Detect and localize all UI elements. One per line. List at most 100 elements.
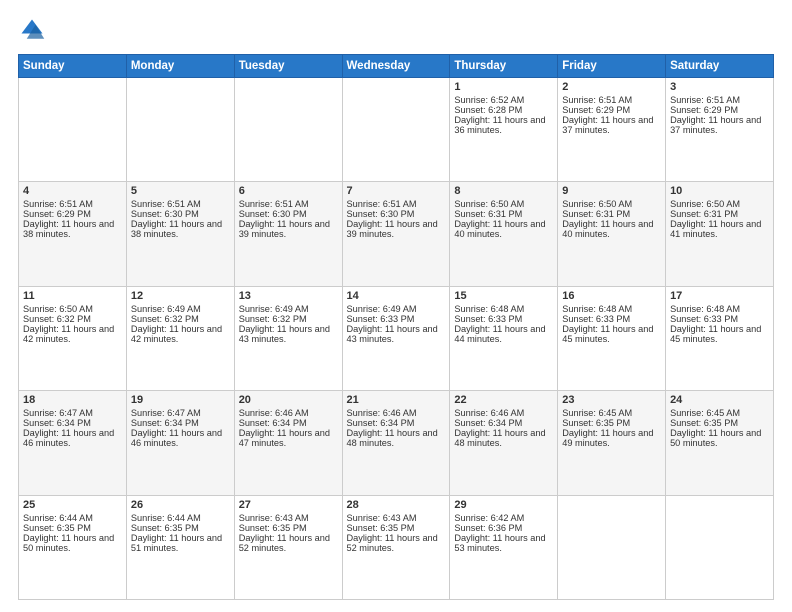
day-info: Sunrise: 6:47 AM — [131, 408, 230, 418]
calendar-cell: 26Sunrise: 6:44 AMSunset: 6:35 PMDayligh… — [126, 495, 234, 599]
day-info: Sunset: 6:31 PM — [670, 209, 769, 219]
day-number: 9 — [562, 185, 661, 197]
calendar-cell — [558, 495, 666, 599]
day-info: Sunset: 6:35 PM — [562, 418, 661, 428]
day-number: 20 — [239, 394, 338, 406]
calendar-cell: 17Sunrise: 6:48 AMSunset: 6:33 PMDayligh… — [666, 286, 774, 390]
day-info: Sunrise: 6:51 AM — [239, 199, 338, 209]
page: SundayMondayTuesdayWednesdayThursdayFrid… — [0, 0, 792, 612]
day-info: Sunrise: 6:50 AM — [562, 199, 661, 209]
calendar-cell: 6 Sunrise: 6:51 AMSunset: 6:30 PMDaylight… — [234, 182, 342, 286]
calendar-cell: 21Sunrise: 6:46 AMSunset: 6:34 PMDayligh… — [342, 391, 450, 495]
day-number: 8 — [454, 185, 553, 197]
day-info: Daylight: 11 hours and 43 minutes. — [347, 324, 446, 344]
day-info: Daylight: 11 hours and 43 minutes. — [239, 324, 338, 344]
day-info: Daylight: 11 hours and 42 minutes. — [131, 324, 230, 344]
day-info: Sunrise: 6:46 AM — [347, 408, 446, 418]
calendar-cell: 8Sunrise: 6:50 AMSunset: 6:31 PMDaylight… — [450, 182, 558, 286]
day-info: Sunset: 6:33 PM — [347, 314, 446, 324]
day-info: Sunset: 6:33 PM — [562, 314, 661, 324]
calendar-cell: 7Sunrise: 6:51 AMSunset: 6:30 PMDaylight… — [342, 182, 450, 286]
day-number: 22 — [454, 394, 553, 406]
calendar-cell: 11Sunrise: 6:50 AMSunset: 6:32 PMDayligh… — [19, 286, 127, 390]
day-header-friday: Friday — [558, 55, 666, 78]
day-info: Daylight: 11 hours and 46 minutes. — [131, 428, 230, 448]
day-number: 23 — [562, 394, 661, 406]
calendar-cell: 12Sunrise: 6:49 AMSunset: 6:32 PMDayligh… — [126, 286, 234, 390]
day-number: 27 — [239, 499, 338, 511]
day-number: 19 — [131, 394, 230, 406]
day-info: Sunset: 6:35 PM — [670, 418, 769, 428]
day-header-monday: Monday — [126, 55, 234, 78]
day-info: Daylight: 11 hours and 49 minutes. — [562, 428, 661, 448]
day-info: Sunrise: 6:45 AM — [670, 408, 769, 418]
calendar-cell: 19Sunrise: 6:47 AMSunset: 6:34 PMDayligh… — [126, 391, 234, 495]
day-header-tuesday: Tuesday — [234, 55, 342, 78]
day-number: 17 — [670, 290, 769, 302]
day-info: Daylight: 11 hours and 45 minutes. — [562, 324, 661, 344]
day-info: Sunset: 6:33 PM — [454, 314, 553, 324]
day-info: Daylight: 11 hours and 36 minutes. — [454, 115, 553, 135]
day-info: Sunset: 6:30 PM — [239, 209, 338, 219]
header — [18, 16, 774, 44]
day-info: Sunset: 6:28 PM — [454, 105, 553, 115]
day-info: Daylight: 11 hours and 37 minutes. — [670, 115, 769, 135]
day-info: Daylight: 11 hours and 52 minutes. — [239, 533, 338, 553]
day-info: Sunrise: 6:50 AM — [670, 199, 769, 209]
day-info: Sunset: 6:34 PM — [239, 418, 338, 428]
day-info: Daylight: 11 hours and 47 minutes. — [239, 428, 338, 448]
day-header-sunday: Sunday — [19, 55, 127, 78]
day-info: Sunrise: 6:51 AM — [23, 199, 122, 209]
day-info: Sunrise: 6:45 AM — [562, 408, 661, 418]
day-info: Daylight: 11 hours and 37 minutes. — [562, 115, 661, 135]
day-info: Daylight: 11 hours and 50 minutes. — [670, 428, 769, 448]
day-number: 2 — [562, 81, 661, 93]
day-info: Sunset: 6:35 PM — [23, 523, 122, 533]
day-info: Sunrise: 6:47 AM — [23, 408, 122, 418]
day-info: Daylight: 11 hours and 39 minutes. — [239, 219, 338, 239]
day-number: 11 — [23, 290, 122, 302]
day-number: 13 — [239, 290, 338, 302]
day-info: Daylight: 11 hours and 42 minutes. — [23, 324, 122, 344]
day-info: Daylight: 11 hours and 44 minutes. — [454, 324, 553, 344]
day-number: 6 — [239, 185, 338, 197]
day-number: 16 — [562, 290, 661, 302]
day-info: Daylight: 11 hours and 53 minutes. — [454, 533, 553, 553]
calendar-cell: 3Sunrise: 6:51 AMSunset: 6:29 PMDaylight… — [666, 78, 774, 182]
day-info: Sunrise: 6:51 AM — [347, 199, 446, 209]
day-info: Sunset: 6:29 PM — [23, 209, 122, 219]
day-number: 26 — [131, 499, 230, 511]
day-number: 12 — [131, 290, 230, 302]
calendar-cell: 27 Sunrise: 6:43 AMSunset: 6:35 PMDayligh… — [234, 495, 342, 599]
day-header-saturday: Saturday — [666, 55, 774, 78]
day-info: Sunset: 6:32 PM — [239, 314, 338, 324]
day-number: 3 — [670, 81, 769, 93]
calendar-cell: 5Sunrise: 6:51 AMSunset: 6:30 PMDaylight… — [126, 182, 234, 286]
day-info: Sunset: 6:32 PM — [131, 314, 230, 324]
day-number: 10 — [670, 185, 769, 197]
day-info: Sunset: 6:34 PM — [347, 418, 446, 428]
day-number: 25 — [23, 499, 122, 511]
day-info: Sunrise: 6:43 AM — [239, 513, 338, 523]
calendar-cell: 20Sunrise: 6:46 AMSunset: 6:34 PMDayligh… — [234, 391, 342, 495]
day-info: Daylight: 11 hours and 40 minutes. — [562, 219, 661, 239]
day-info: Daylight: 11 hours and 39 minutes. — [347, 219, 446, 239]
day-info: Sunset: 6:34 PM — [454, 418, 553, 428]
day-info: Daylight: 11 hours and 52 minutes. — [347, 533, 446, 553]
day-info: Daylight: 11 hours and 51 minutes. — [131, 533, 230, 553]
calendar-cell: 24 Sunrise: 6:45 AMSunset: 6:35 PMDayligh… — [666, 391, 774, 495]
calendar-cell — [342, 78, 450, 182]
day-info: Sunset: 6:36 PM — [454, 523, 553, 533]
day-info: Daylight: 11 hours and 38 minutes. — [23, 219, 122, 239]
day-number: 5 — [131, 185, 230, 197]
day-info: Daylight: 11 hours and 41 minutes. — [670, 219, 769, 239]
calendar-cell: 4Sunrise: 6:51 AMSunset: 6:29 PMDaylight… — [19, 182, 127, 286]
day-number: 24 — [670, 394, 769, 406]
day-info: Sunset: 6:33 PM — [670, 314, 769, 324]
day-info: Daylight: 11 hours and 48 minutes. — [347, 428, 446, 448]
day-info: Sunset: 6:31 PM — [562, 209, 661, 219]
calendar-cell: 1Sunrise: 6:52 AMSunset: 6:28 PMDaylight… — [450, 78, 558, 182]
day-info: Daylight: 11 hours and 38 minutes. — [131, 219, 230, 239]
day-info: Sunset: 6:35 PM — [239, 523, 338, 533]
day-info: Daylight: 11 hours and 40 minutes. — [454, 219, 553, 239]
